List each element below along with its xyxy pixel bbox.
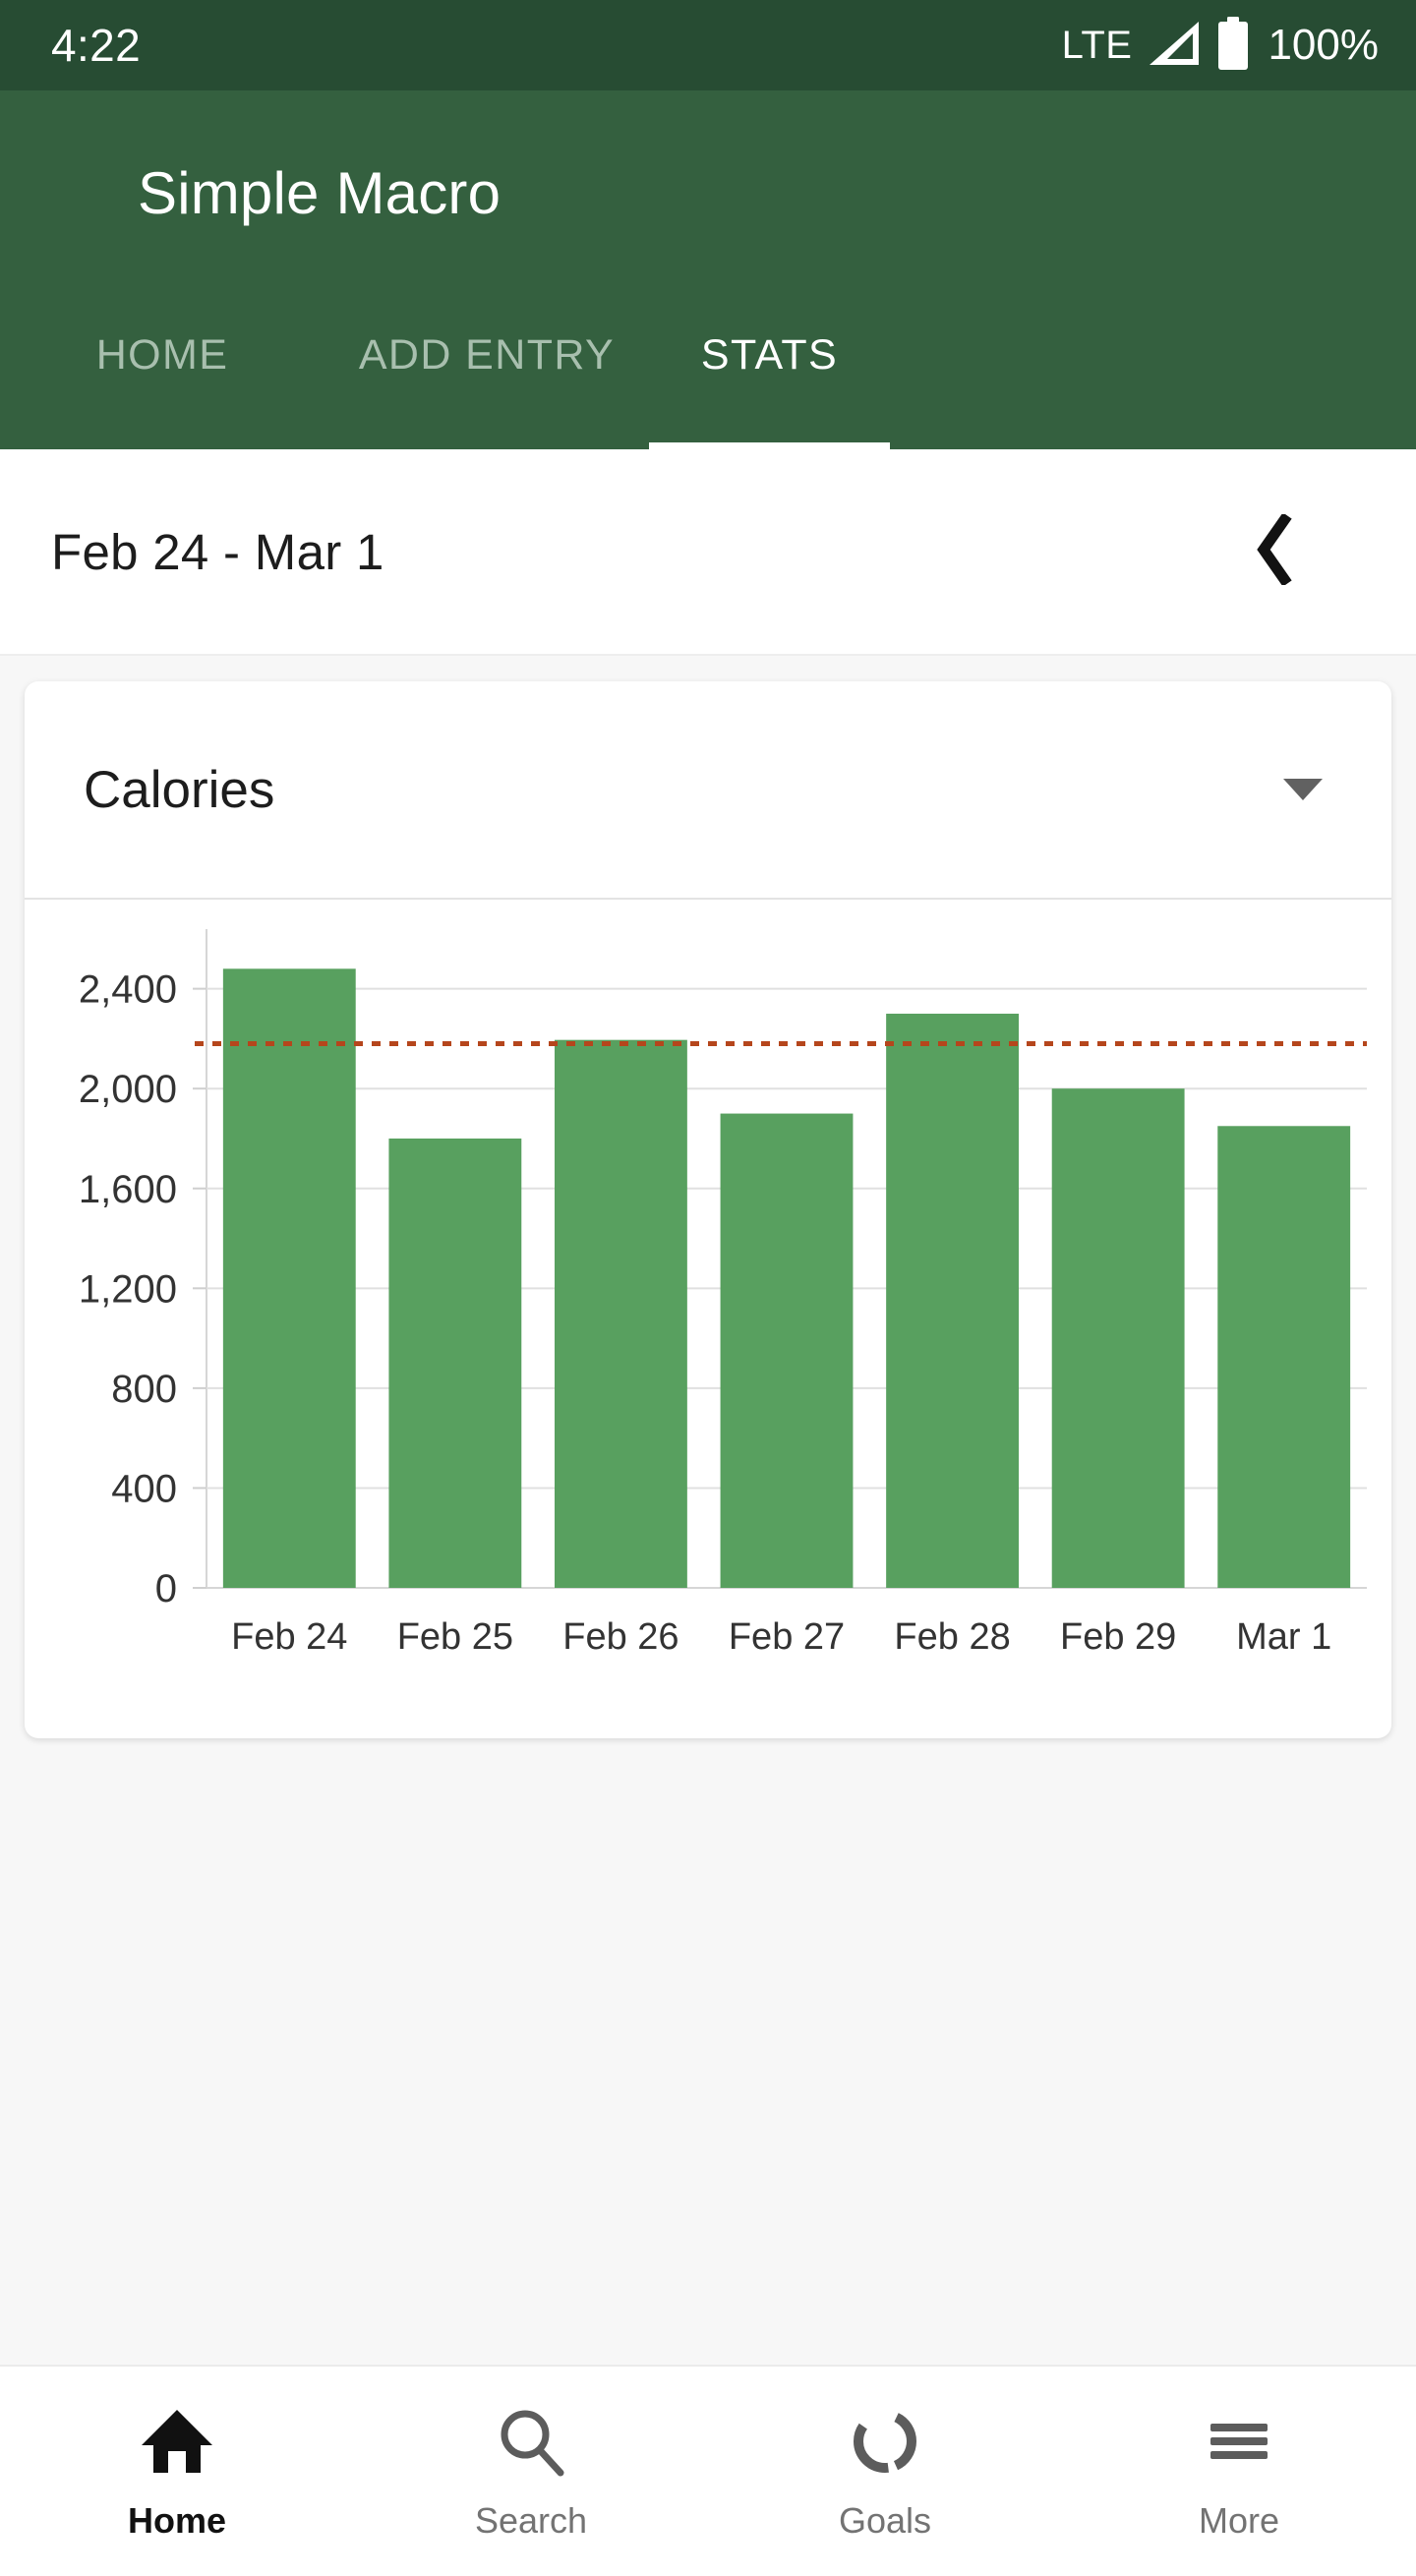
nav-item-home-label: Home [127,2499,227,2541]
nav-item-home[interactable]: Home [0,2367,354,2576]
app-title: Simple Macro [138,160,502,226]
chart-canvas: 0 400 800 1,200 1,600 2,000 2,400 Feb 24 Feb 25 F… [79,929,1367,1658]
tab-active-indicator [649,442,890,449]
app-bar: Simple Macro HOME ADD ENTRY STATS [0,90,1416,449]
card-header: Calories [25,681,1391,900]
x-axis-tick-label: Feb 27 [729,1616,845,1658]
card-title: Calories [84,760,275,819]
tab-home-label: HOME [95,331,229,379]
battery-full-icon [1216,16,1250,75]
nav-item-goals[interactable]: Goals [708,2367,1062,2576]
calories-chart-card: Calories 0 400 800 1,200 1,600 2,000 2,400 Feb … [25,681,1391,1738]
chevron-left-icon [1252,511,1295,590]
bottom-navigation-bar: Home Search Goals More [0,2365,1416,2576]
chart-bar[interactable] [720,1113,854,1588]
x-axis-tick-label: Feb 24 [231,1616,347,1658]
status-indicators: LTE 100% [1061,16,1379,75]
nav-item-goals-label: Goals [838,2499,932,2541]
calories-bar-chart[interactable]: 0 400 800 1,200 1,600 2,000 2,400 Feb 24 Feb 25 F… [25,900,1391,1736]
battery-percent-label: 100% [1268,21,1379,69]
y-axis-tick-label: 0 [155,1567,177,1610]
goals-ring-icon [846,2402,924,2481]
chevron-down-icon [1283,779,1323,800]
y-axis-tick-label: 2,400 [79,968,177,1012]
status-clock: 4:22 [51,20,142,71]
y-axis-tick-label: 400 [111,1467,177,1510]
app-screen: 4:22 LTE 100% Simple Macro HOME ADD ENTR… [0,0,1416,2576]
chart-bar[interactable] [388,1138,522,1588]
chart-bar[interactable] [1051,1088,1185,1588]
y-axis-tick-label: 800 [111,1368,177,1411]
network-type-label: LTE [1061,23,1133,67]
status-bar: 4:22 LTE 100% [0,0,1416,90]
stats-content: Calories 0 400 800 1,200 1,600 2,000 2,400 Feb … [0,656,1416,2365]
home-icon [138,2402,216,2481]
date-range-label: Feb 24 - Mar 1 [51,523,384,580]
menu-hamburger-icon [1200,2402,1278,2481]
tab-bar: HOME ADD ENTRY STATS [0,287,1416,449]
y-axis-tick-label: 2,000 [79,1068,177,1111]
search-icon [492,2402,570,2481]
nav-item-more[interactable]: More [1062,2367,1416,2576]
nav-item-search[interactable]: Search [354,2367,708,2576]
tab-add-entry[interactable]: ADD ENTRY [324,287,649,449]
x-axis-tick-label: Mar 1 [1236,1616,1331,1658]
y-axis-tick-label: 1,600 [79,1168,177,1211]
date-range-bar: Feb 24 - Mar 1 [0,449,1416,656]
chart-bar[interactable] [222,968,356,1588]
previous-period-button[interactable] [1229,507,1318,596]
x-axis-tick-label: Feb 28 [894,1616,1010,1658]
chart-bar[interactable] [555,1039,687,1588]
nav-item-search-label: Search [474,2499,588,2541]
x-axis-tick-label: Feb 25 [397,1616,513,1658]
y-axis-tick-label: 1,200 [79,1267,177,1311]
chart-bar[interactable] [1217,1126,1351,1588]
tab-add-entry-label: ADD ENTRY [358,331,616,379]
tab-home[interactable]: HOME [0,287,324,449]
metric-dropdown-button[interactable] [1268,754,1338,825]
x-axis-tick-label: Feb 26 [562,1616,678,1658]
tab-stats[interactable]: STATS [649,287,890,449]
x-axis-tick-label: Feb 29 [1060,1616,1176,1658]
chart-bar[interactable] [886,1014,1019,1588]
tab-stats-label: STATS [700,331,839,379]
signal-bars-icon [1146,20,1203,72]
nav-item-more-label: More [1198,2499,1280,2541]
